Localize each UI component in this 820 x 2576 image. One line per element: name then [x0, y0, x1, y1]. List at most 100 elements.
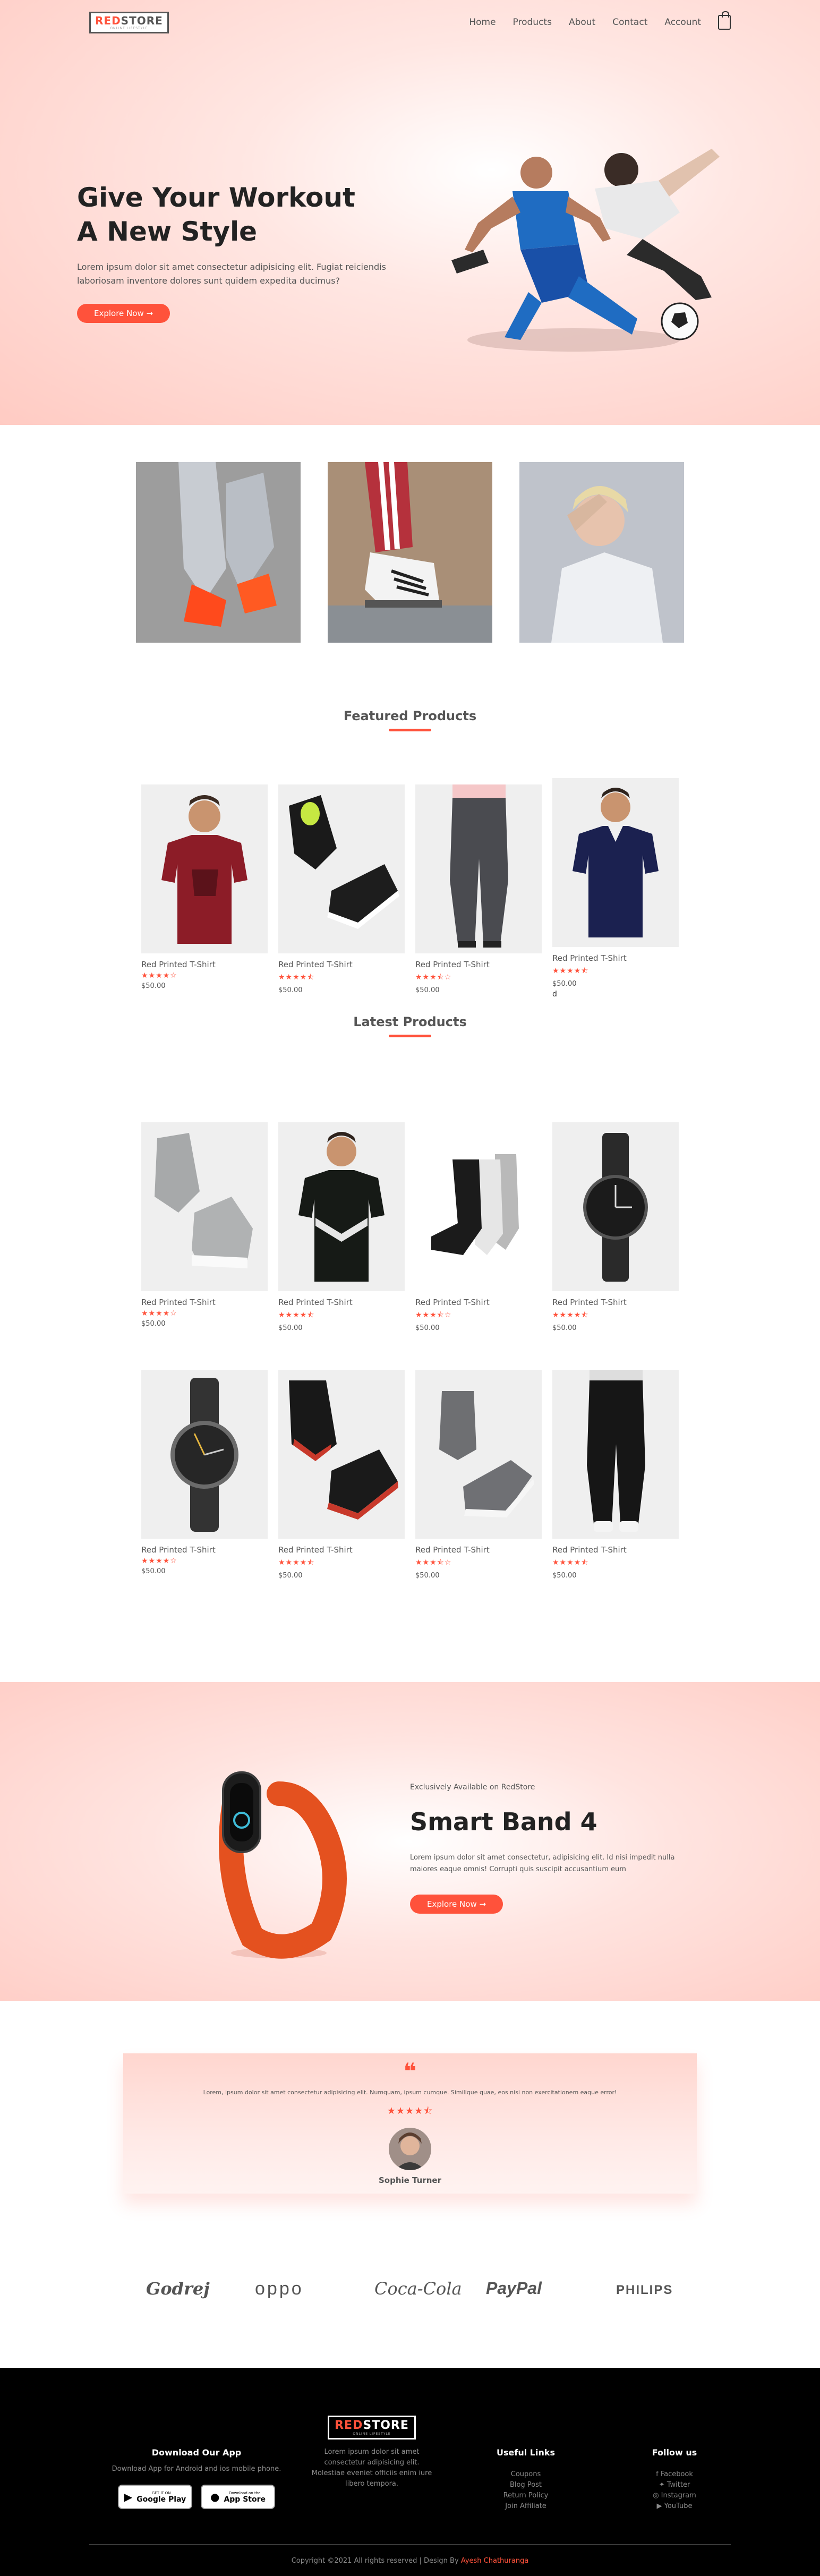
product-card[interactable]: Red Printed T-Shirt ★★★★☆ $50.00 — [141, 784, 268, 990]
product-price: $50.00 — [552, 980, 577, 988]
category-image-shoes[interactable] — [328, 462, 492, 643]
footer-about: REDSTORE ONLINE LIFESTYLE Lorem ipsum do… — [311, 2416, 433, 2489]
hero-text: Give Your Workout A New Style Lorem ipsu… — [77, 181, 417, 323]
rating-stars: ★★★★⯪ — [552, 967, 589, 975]
google-play-button[interactable]: ▶ GET IT ON Google Play — [118, 2485, 192, 2509]
author-link[interactable]: Ayesh Chathuranga — [461, 2557, 528, 2565]
product-price: $50.00 — [552, 1324, 577, 1332]
product-name[interactable]: Red Printed T-Shirt — [278, 1298, 405, 1307]
nav-home[interactable]: Home — [469, 17, 496, 28]
product-card[interactable]: Red Printed T-Shirt ★★★⯪☆ $50.00 — [415, 1122, 542, 1332]
hero-section: REDSTORE ONLINE LIFESTYLE Home Products … — [0, 0, 820, 425]
product-name[interactable]: Red Printed T-Shirt — [278, 960, 405, 969]
product-card[interactable]: Red Printed T-Shirt ★★★⯪☆ $50.00 — [415, 784, 542, 994]
product-image-navy-polo[interactable] — [552, 778, 679, 947]
product-image-grey-joggers[interactable] — [415, 784, 542, 953]
product-card[interactable]: Red Printed T-Shirt ★★★★⯪ $50.00 — [552, 1122, 679, 1332]
product-name[interactable]: Red Printed T-Shirt — [278, 1545, 405, 1555]
nav-about[interactable]: About — [569, 17, 595, 28]
offer-text: Exclusively Available on RedStore Smart … — [410, 1783, 686, 1914]
product-card[interactable]: Red Printed T-Shirt ★★★★⯪ $50.00 d — [552, 778, 679, 999]
product-name[interactable]: Red Printed T-Shirt — [141, 1298, 268, 1307]
explore-now-button[interactable]: Explore Now → — [77, 304, 170, 323]
offer-explore-button[interactable]: Explore Now → — [410, 1895, 503, 1914]
product-price: $50.00 — [278, 986, 303, 994]
product-image-socks[interactable] — [415, 1122, 542, 1291]
youtube-icon: ▶ — [656, 2502, 664, 2510]
rating-stars: ★★★★☆ — [141, 971, 177, 980]
google-play-icon: ▶ — [124, 2490, 133, 2503]
product-name[interactable]: Red Printed T-Shirt — [415, 1298, 542, 1307]
brand-logo-cocacola: Coca-Cola — [374, 2279, 462, 2299]
product-name[interactable]: Red Printed T-Shirt — [415, 960, 542, 969]
product-extra-text: d — [552, 990, 557, 999]
offer-description: Lorem ipsum dolor sit amet consectetur, … — [410, 1854, 675, 1873]
product-price: $50.00 — [415, 1324, 440, 1332]
product-image-black-red-shoes[interactable] — [278, 1370, 405, 1539]
footer-link-coupons[interactable]: Coupons — [478, 2469, 574, 2480]
smart-band-image[interactable] — [199, 1762, 358, 1964]
product-price: $50.00 — [141, 1567, 166, 1575]
footer: Download Our App Download App for Androi… — [0, 2368, 820, 2576]
category-image-sneakers[interactable] — [136, 462, 301, 643]
product-card[interactable]: Red Printed T-Shirt ★★★★⯪ $50.00 — [278, 1122, 405, 1332]
nav-products[interactable]: Products — [513, 17, 552, 28]
product-name[interactable]: Red Printed T-Shirt — [141, 1545, 268, 1555]
offer-subtitle: Exclusively Available on RedStore — [410, 1783, 535, 1792]
product-image-black-puma-tshirt[interactable] — [278, 1122, 405, 1291]
quote-icon: ❝ — [403, 2058, 417, 2084]
nav-contact[interactable]: Contact — [612, 17, 647, 28]
footer-social-youtube[interactable]: ▶ YouTube — [627, 2501, 722, 2512]
footer-logo[interactable]: REDSTORE ONLINE LIFESTYLE — [328, 2416, 416, 2439]
rating-stars: ★★★⯪☆ — [415, 1311, 452, 1319]
brand-logo-paypal: PayPal — [486, 2279, 542, 2298]
rating-stars: ★★★⯪☆ — [415, 1558, 452, 1567]
footer-social-facebook[interactable]: f Facebook — [627, 2469, 722, 2480]
product-image-black-shoes[interactable] — [278, 784, 405, 953]
product-price: $50.00 — [552, 1572, 577, 1580]
footer-about-text: Lorem ipsum dolor sit amet consectetur a… — [311, 2448, 432, 2488]
offer-section: Exclusively Available on RedStore Smart … — [0, 1682, 820, 2001]
product-image-black-joggers[interactable] — [552, 1370, 679, 1539]
product-image-grey-slip-on-shoes[interactable] — [415, 1370, 542, 1539]
category-image-woman-hoodie[interactable] — [519, 462, 684, 643]
product-card[interactable]: Red Printed T-Shirt ★★★★☆ $50.00 — [141, 1370, 268, 1575]
product-image-black-watch[interactable] — [552, 1122, 679, 1291]
product-image-leather-watch[interactable] — [141, 1370, 268, 1539]
product-price: $50.00 — [415, 1572, 440, 1580]
product-price: $50.00 — [278, 1572, 303, 1580]
footer-divider — [89, 2544, 731, 2545]
footer-link-blog-post[interactable]: Blog Post — [478, 2480, 574, 2490]
product-name[interactable]: Red Printed T-Shirt — [552, 1545, 679, 1555]
product-name[interactable]: Red Printed T-Shirt — [552, 953, 679, 963]
product-card[interactable]: Red Printed T-Shirt ★★★★⯪ $50.00 — [278, 1370, 405, 1580]
cart-icon[interactable] — [718, 11, 731, 30]
copyright: Copyright ©2021 All rights reserved | De… — [291, 2557, 529, 2565]
latest-products-section: Latest Products Red Printed T-Shirt ★★★★… — [0, 1014, 820, 1657]
latest-products-title: Latest Products — [0, 1014, 820, 1037]
testimonial-author: Sophie Turner — [379, 2176, 441, 2185]
product-image-red-tshirt[interactable] — [141, 784, 268, 953]
offer-title: Smart Band 4 — [410, 1807, 597, 1836]
store-logo[interactable]: REDSTORE ONLINE LIFESTYLE — [89, 11, 169, 33]
rating-stars: ★★★★☆ — [141, 1309, 177, 1318]
footer-download-app: Download Our App Download App for Androi… — [101, 2447, 292, 2509]
product-card[interactable]: Red Printed T-Shirt ★★★★⯪ $50.00 — [278, 784, 405, 994]
hero-title: Give Your Workout A New Style — [77, 182, 355, 247]
footer-link-return-policy[interactable]: Return Policy — [478, 2490, 574, 2501]
footer-social-twitter[interactable]: ✦ Twitter — [627, 2480, 722, 2490]
footer-social-instagram[interactable]: ◎ Instagram — [627, 2490, 722, 2501]
product-card[interactable]: Red Printed T-Shirt ★★★★⯪ $50.00 — [552, 1370, 679, 1580]
footer-link-join-affiliate[interactable]: Join Affiliate — [478, 2501, 574, 2512]
rating-stars: ★★★★⯪ — [552, 1558, 589, 1567]
app-store-button[interactable]: ● Download on the App Store — [201, 2485, 275, 2509]
product-name[interactable]: Red Printed T-Shirt — [141, 960, 268, 969]
product-name[interactable]: Red Printed T-Shirt — [552, 1298, 679, 1307]
product-card[interactable]: Red Printed T-Shirt ★★★⯪☆ $50.00 — [415, 1370, 542, 1580]
product-card[interactable]: Red Printed T-Shirt ★★★★☆ $50.00 — [141, 1122, 268, 1328]
product-name[interactable]: Red Printed T-Shirt — [415, 1545, 542, 1555]
rating-stars: ★★★⯪☆ — [415, 973, 452, 982]
product-image-grey-sneakers[interactable] — [141, 1122, 268, 1291]
apple-icon: ● — [210, 2490, 220, 2503]
nav-account[interactable]: Account — [664, 17, 701, 28]
